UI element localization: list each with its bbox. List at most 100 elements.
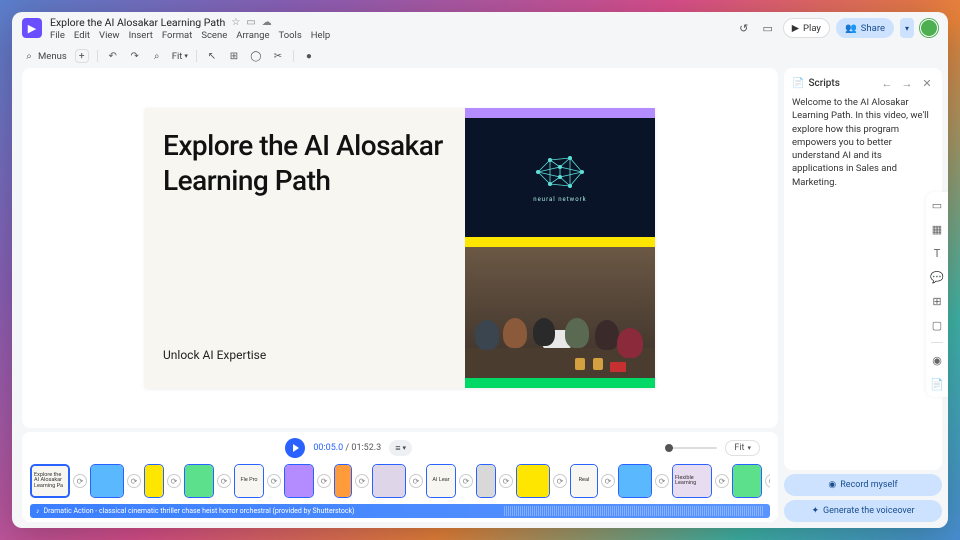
transition-button[interactable]: ⟳ (127, 474, 141, 488)
zoom-fit[interactable]: Fit▾ (172, 51, 188, 62)
rail-scripts-icon[interactable]: 📄 (930, 377, 944, 391)
generate-voiceover-button[interactable]: ✦Generate the voiceover (784, 500, 942, 522)
star-icon[interactable]: ☆ (231, 17, 240, 28)
menu-file[interactable]: File (50, 30, 65, 41)
share-dropdown-icon[interactable]: ▾ (900, 18, 914, 38)
zoom-icon[interactable]: ⌕ (150, 49, 164, 63)
right-column: 📄Scripts ← → ✕ Welcome to the AI Alosaka… (784, 68, 942, 522)
rail-chat-icon[interactable]: 💬 (930, 270, 944, 284)
slide[interactable]: Explore the AI Alosakar Learning Path Un… (145, 108, 655, 388)
redo-icon[interactable]: ↷ (128, 49, 142, 63)
transition-button[interactable]: ⟳ (317, 474, 331, 488)
menu-view[interactable]: View (99, 30, 120, 41)
timeline-fit[interactable]: Fit▾ (725, 440, 760, 456)
rail-text-icon[interactable]: T (930, 246, 944, 260)
timeline-scene[interactable]: Fle Pro (234, 464, 264, 498)
transition-button[interactable]: ⟳ (355, 474, 369, 488)
folder-icon[interactable]: ▭ (246, 17, 255, 28)
menu-tools[interactable]: Tools (279, 30, 302, 41)
timeline-scene[interactable] (516, 464, 550, 498)
doc-title[interactable]: Explore the AI Alosakar Learning Path (50, 16, 225, 29)
audio-waveform (504, 506, 764, 516)
play-button[interactable]: ▶Play (783, 18, 830, 38)
history-icon[interactable]: ↺ (735, 19, 753, 37)
text-tool-icon[interactable]: ⊞ (227, 49, 241, 63)
timeline-scene[interactable] (334, 464, 352, 498)
transition-button[interactable]: ⟳ (601, 474, 615, 488)
undo-icon[interactable]: ↶ (106, 49, 120, 63)
timeline-scene[interactable]: Flexible Learning (672, 464, 712, 498)
slide-title[interactable]: Explore the AI Alosakar Learning Path (163, 128, 447, 198)
menu-help[interactable]: Help (311, 30, 330, 41)
cloud-icon[interactable]: ☁ (262, 17, 272, 28)
transition-button[interactable]: ⟳ (409, 474, 423, 488)
timeline-play-button[interactable] (285, 438, 305, 458)
sparkle-icon: ✦ (811, 506, 819, 516)
timeline-scene[interactable] (284, 464, 314, 498)
crop-icon[interactable]: ✂ (271, 49, 285, 63)
add-icon[interactable]: + (75, 49, 89, 63)
purple-band (465, 108, 655, 118)
transition-button[interactable]: ⟳ (553, 474, 567, 488)
timeline-track[interactable]: Explore the AI Alosakar Learning Pa⟳⟳⟳⟳F… (30, 462, 770, 500)
rail-image-icon[interactable]: ▦ (930, 222, 944, 236)
transition-button[interactable]: ⟳ (167, 474, 181, 488)
record-tool-icon[interactable]: ● (302, 49, 316, 63)
timeline-scene[interactable] (618, 464, 652, 498)
record-icon: ◉ (828, 480, 836, 490)
transition-button[interactable]: ⟳ (217, 474, 231, 488)
timeline-scene[interactable]: Real (570, 464, 598, 498)
app-logo[interactable]: ▶ (22, 18, 42, 38)
transition-button[interactable]: ⟳ (655, 474, 669, 488)
rail-record-icon[interactable]: ◉ (930, 353, 944, 367)
transition-button[interactable]: ⟳ (267, 474, 281, 488)
search-icon: ⌕ (22, 49, 36, 63)
timeline-scene[interactable] (144, 464, 164, 498)
timeline-scene[interactable]: AI Lear (426, 464, 456, 498)
zoom-slider[interactable] (665, 447, 717, 449)
header: ▶ Explore the AI Alosakar Learning Path … (12, 12, 948, 46)
team-meeting-image[interactable] (465, 247, 655, 378)
menu-edit[interactable]: Edit (74, 30, 90, 41)
user-avatar[interactable] (920, 19, 938, 37)
shape-tool-icon[interactable]: ◯ (249, 49, 263, 63)
rail-template-icon[interactable]: ⊞ (930, 294, 944, 308)
slide-subtitle[interactable]: Unlock AI Expertise (163, 348, 447, 368)
main: Explore the AI Alosakar Learning Path Un… (12, 68, 948, 528)
menu-format[interactable]: Format (162, 30, 192, 41)
timeline-scene[interactable] (90, 464, 124, 498)
present-icon[interactable]: ▭ (759, 19, 777, 37)
scripts-prev-icon[interactable]: ← (880, 76, 894, 90)
canvas[interactable]: Explore the AI Alosakar Learning Path Un… (22, 68, 778, 428)
playback-speed[interactable]: ≡ ▾ (389, 440, 412, 456)
audio-track[interactable]: ♪ Dramatic Action - classical cinematic … (30, 504, 770, 518)
timeline-scene[interactable] (476, 464, 496, 498)
scripts-close-icon[interactable]: ✕ (920, 76, 934, 90)
rail-folder-icon[interactable]: ▢ (930, 318, 944, 332)
menu-insert[interactable]: Insert (129, 30, 153, 41)
timeline-scene[interactable]: Explore the AI Alosakar Learning Pa (30, 464, 70, 498)
timeline-scene[interactable] (372, 464, 406, 498)
transition-button[interactable]: ⟳ (459, 474, 473, 488)
time-display: 00:05.0 / 01:52.3 (313, 443, 381, 453)
share-button[interactable]: 👥Share (836, 18, 894, 38)
timeline-panel: 00:05.0 / 01:52.3 ≡ ▾ Fit▾ Explore the A… (22, 432, 778, 522)
rail-scene-icon[interactable]: ▭ (930, 198, 944, 212)
menu-arrange[interactable]: Arrange (236, 30, 269, 41)
transition-button[interactable]: ⟳ (499, 474, 513, 488)
record-myself-button[interactable]: ◉Record myself (784, 474, 942, 496)
neural-network-image[interactable]: neural network (465, 118, 655, 237)
transition-button[interactable]: ⟳ (73, 474, 87, 488)
menu-scene[interactable]: Scene (201, 30, 227, 41)
transition-button[interactable]: ⟳ (765, 474, 770, 488)
timeline-scene[interactable] (184, 464, 214, 498)
timeline-scene[interactable] (732, 464, 762, 498)
header-right: ↺ ▭ ▶Play 👥Share ▾ (735, 16, 938, 38)
script-text[interactable]: Welcome to the AI Alosakar Learning Path… (792, 96, 934, 462)
search-menus[interactable]: ⌕Menus (22, 49, 67, 63)
transition-button[interactable]: ⟳ (715, 474, 729, 488)
doc-title-row: Explore the AI Alosakar Learning Path ☆ … (50, 16, 330, 29)
scripts-next-icon[interactable]: → (900, 76, 914, 90)
pointer-icon[interactable]: ↖ (205, 49, 219, 63)
menu-bar: File Edit View Insert Format Scene Arrange Tool… (50, 30, 330, 41)
